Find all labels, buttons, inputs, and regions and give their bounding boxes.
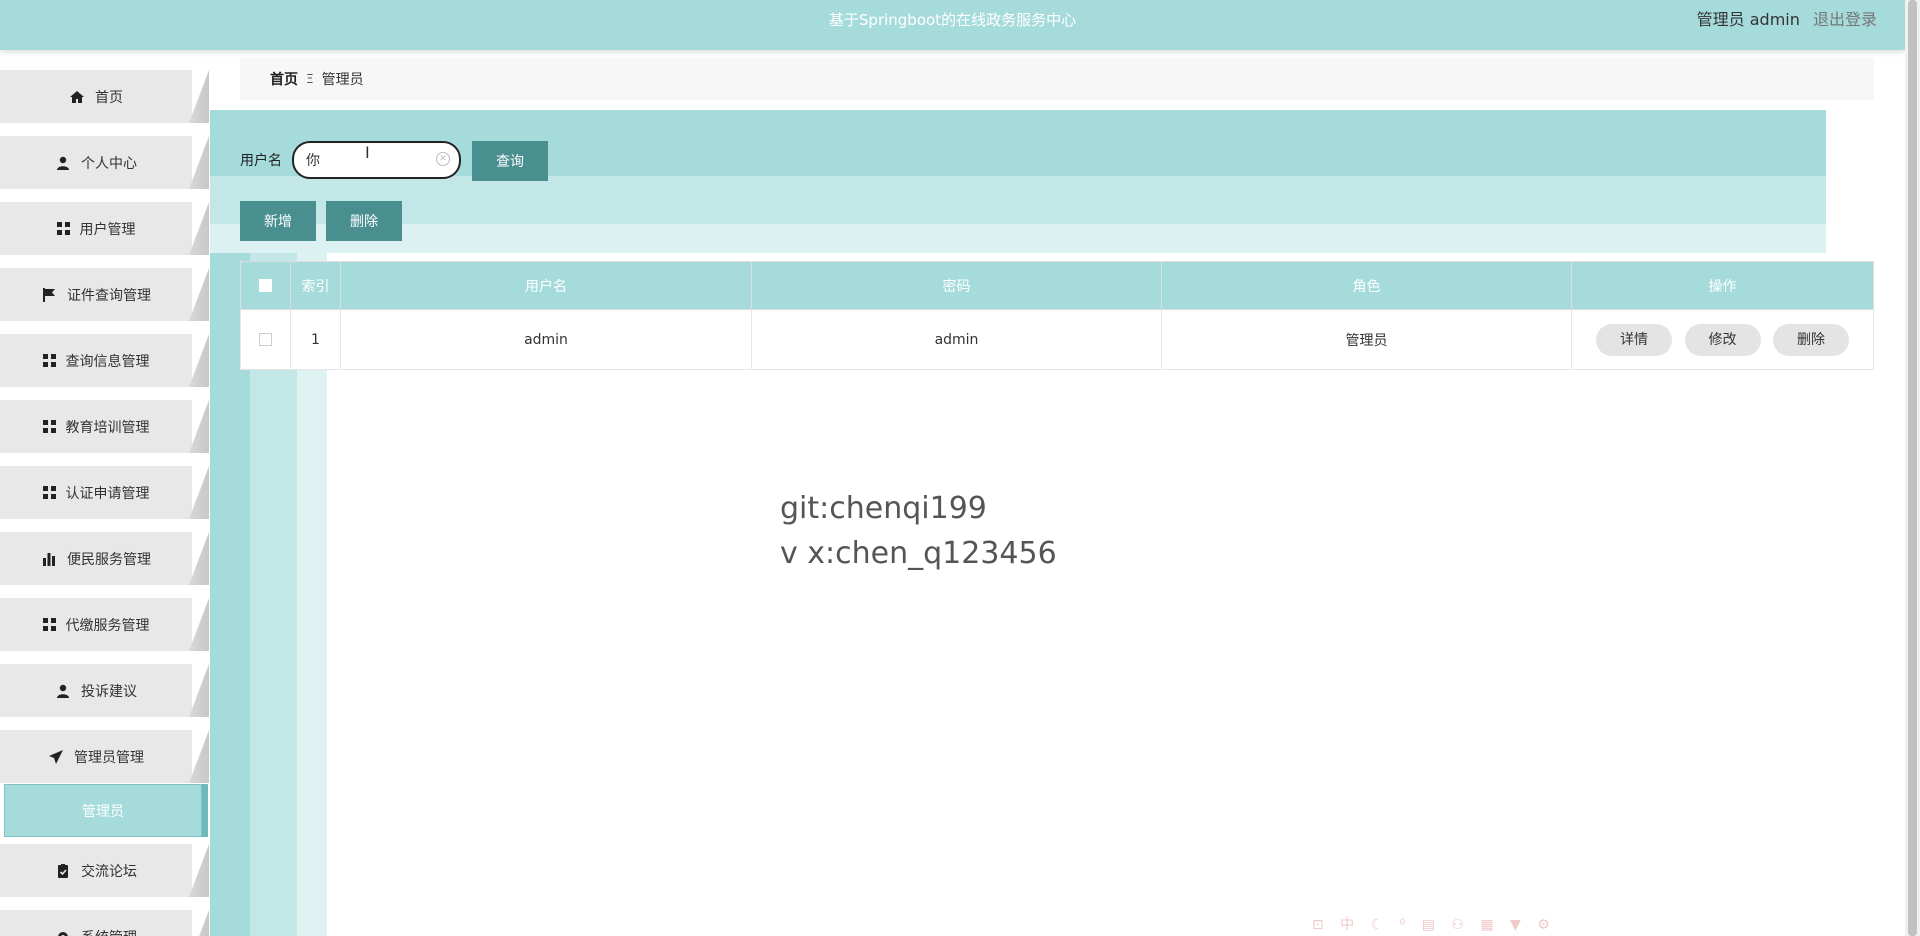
- menu-fold-decoration: [189, 910, 209, 936]
- batch-delete-button[interactable]: 删除: [326, 201, 402, 241]
- row-username: admin: [340, 309, 752, 370]
- watermark-line: git:chenqi199: [780, 491, 987, 526]
- breadcrumb-home[interactable]: 首页: [270, 69, 298, 89]
- sidebar-item-payment[interactable]: 代缴服务管理: [0, 578, 210, 651]
- sidebar-item-profile[interactable]: 个人中心: [0, 116, 210, 189]
- sidebar-item-label: 用户管理: [79, 221, 136, 238]
- select-all-cell: [240, 261, 291, 310]
- admin-table: 索引 用户名 密码 角色 操作 1 admin admin 管理员 详情 修改 …: [240, 261, 1874, 370]
- clear-input-icon[interactable]: ✕: [436, 152, 450, 166]
- row-select-cell: [240, 309, 291, 370]
- page-scrollbar[interactable]: [1905, 0, 1920, 936]
- bar-chart-icon: [43, 552, 55, 566]
- column-header-password: 密码: [751, 261, 1162, 310]
- delete-button[interactable]: 删除: [1772, 323, 1849, 356]
- ime-toolbar-icon: ⊡ 中 ☾ ⁰ ▤ ⚇ ▦ ▼ ⚙: [1312, 917, 1556, 933]
- sidebar-item-label: 个人中心: [81, 155, 137, 172]
- row-role: 管理员: [1161, 309, 1572, 370]
- app-title: 基于Springboot的在线政务服务中心: [828, 11, 1077, 29]
- grid-icon: [42, 618, 56, 631]
- sidebar-item-query-info[interactable]: 查询信息管理: [0, 314, 210, 387]
- decor-band: [210, 176, 1826, 224]
- query-button[interactable]: 查询: [472, 141, 548, 181]
- sidebar-item-label: 代缴服务管理: [65, 617, 150, 634]
- sidebar-item-face[interactable]: 管理员管理: [0, 730, 192, 783]
- sidebar-item-system[interactable]: 系统管理: [0, 890, 210, 936]
- send-icon: [49, 749, 63, 764]
- text-cursor-icon: I: [365, 143, 370, 162]
- column-header-actions: 操作: [1571, 261, 1874, 310]
- logout-link[interactable]: 退出登录: [1813, 10, 1877, 29]
- flag-icon: [43, 287, 55, 302]
- user-area: 管理员 admin 退出登录: [1697, 0, 1877, 40]
- gear-icon: [58, 931, 68, 936]
- menu-fold-decoration: [189, 730, 209, 783]
- row-checkbox[interactable]: [259, 333, 272, 346]
- sidebar-item-convenience[interactable]: 便民服务管理: [0, 512, 210, 585]
- breadcrumb-current: 管理员: [321, 72, 364, 88]
- sidebar-item-label: 证件查询管理: [67, 287, 151, 304]
- top-header: 基于Springboot的在线政务服务中心 管理员 admin 退出登录: [0, 0, 1905, 50]
- sidebar-item-label: 查询信息管理: [65, 353, 150, 370]
- user-icon: [57, 684, 69, 698]
- edit-button[interactable]: 修改: [1684, 323, 1761, 356]
- column-header-index: 索引: [290, 261, 341, 310]
- sidebar-item-users[interactable]: 用户管理: [0, 182, 210, 255]
- sidebar-item-education[interactable]: 教育培训管理: [0, 380, 210, 453]
- sidebar-item-certificate-query[interactable]: 证件查询管理: [0, 248, 210, 321]
- username-search-label: 用户名: [240, 153, 282, 169]
- add-button[interactable]: 新增: [240, 201, 316, 241]
- sidebar-item-home[interactable]: 首页: [0, 50, 210, 123]
- row-index: 1: [290, 309, 341, 370]
- table-header-row: 索引 用户名 密码 角色 操作: [240, 261, 1874, 310]
- sidebar-item-label: 首页: [95, 89, 123, 106]
- current-user-text: 管理员 admin: [1696, 10, 1800, 29]
- sidebar-item-label: 教育培训管理: [65, 419, 150, 436]
- sidebar-item-label: 投诉建议: [81, 683, 137, 700]
- row-actions: 详情 修改 删除: [1571, 309, 1874, 370]
- grid-icon: [42, 486, 56, 499]
- home-icon: [70, 90, 84, 103]
- column-header-role: 角色: [1161, 261, 1572, 310]
- clipboard-icon: [58, 863, 68, 878]
- user-icon: [57, 156, 69, 170]
- column-header-username: 用户名: [340, 261, 752, 310]
- sidebar-item-label: 管理员管理: [74, 749, 144, 766]
- sidebar-item-label: 交流论坛: [81, 863, 137, 880]
- grid-icon: [42, 354, 56, 367]
- grid-icon: [42, 420, 56, 433]
- breadcrumb-separator: Ξ: [306, 72, 314, 86]
- sidebar-item-admin-management[interactable]: 管理员管理: [0, 710, 210, 783]
- sidebar-item-face[interactable]: 系统管理: [0, 910, 192, 936]
- sidebar-item-forum[interactable]: 交流论坛: [0, 824, 210, 897]
- sidebar: 首页 个人中心 用户管理 证件查询管理 查询信息管理 教育培训管理 认证申请管理…: [0, 50, 210, 936]
- watermark-line: v x:chen_q123456: [780, 536, 1057, 571]
- breadcrumb: 首页 Ξ 管理员: [240, 58, 1874, 100]
- grid-icon: [56, 222, 70, 235]
- sidebar-item-complaints[interactable]: 投诉建议: [0, 644, 210, 717]
- decor-band: [210, 224, 1826, 253]
- select-all-checkbox[interactable]: [259, 279, 272, 292]
- sidebar-item-label: 便民服务管理: [67, 551, 151, 568]
- watermark-text: git:chenqi199 v x:chen_q123456: [780, 486, 1057, 576]
- scrollbar-thumb[interactable]: [1908, 0, 1917, 936]
- row-password: admin: [751, 309, 1162, 370]
- sidebar-item-certification[interactable]: 认证申请管理: [0, 446, 210, 519]
- table-row: 1 admin admin 管理员 详情 修改 删除: [240, 309, 1874, 370]
- main-content: 首页 Ξ 管理员 用户名 ✕ I 查询 新增 删除 索引 用户名 密码 角色 操…: [210, 50, 1905, 936]
- detail-button[interactable]: 详情: [1596, 323, 1673, 356]
- sidebar-item-label: 认证申请管理: [65, 485, 150, 502]
- sidebar-item-label: 系统管理: [81, 927, 137, 936]
